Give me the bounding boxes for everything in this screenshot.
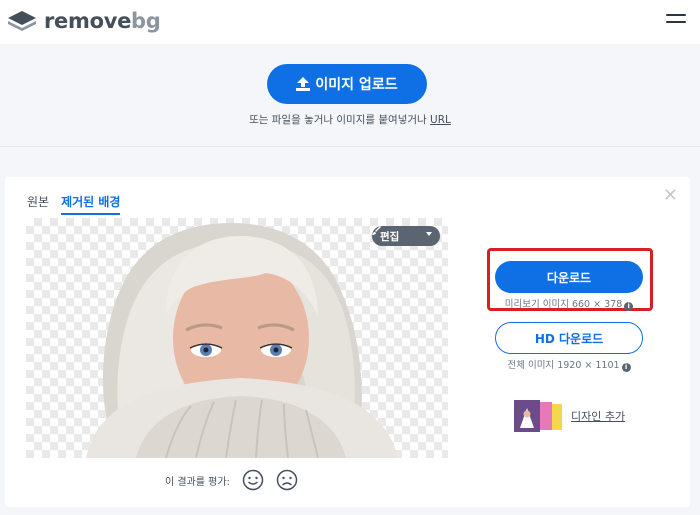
divider	[0, 146, 700, 147]
upload-icon	[296, 77, 311, 91]
hamburger-icon[interactable]	[666, 14, 686, 28]
url-link[interactable]: URL	[430, 114, 451, 126]
result-tabs: 원본 제거된 배경	[27, 193, 121, 215]
portrait-illustration	[86, 223, 398, 458]
hd-download-button-label: HD 다운로드	[534, 331, 604, 346]
result-card: 원본 제거된 배경 ✕ 편집 이 결과를 평가: 다운로드 미리보기 이미지 6…	[5, 177, 690, 507]
logo-icon	[8, 11, 36, 31]
hd-download-button[interactable]: HD 다운로드	[495, 322, 643, 354]
result-preview-image: 편집	[26, 218, 448, 458]
upload-button-label: 이미지 업로드	[315, 77, 398, 93]
logo[interactable]: removebg	[6, 8, 161, 34]
chevron-down-icon	[426, 232, 432, 236]
tab-removed-background[interactable]: 제거된 배경	[61, 193, 121, 215]
brush-icon	[372, 226, 381, 235]
info-icon[interactable]: i	[624, 302, 634, 311]
frown-icon[interactable]	[276, 469, 298, 491]
design-thumbnail-icon	[514, 400, 562, 432]
info-icon[interactable]: i	[621, 363, 631, 372]
logo-text: removebg	[44, 9, 161, 33]
rating-label: 이 결과를 평가:	[165, 476, 230, 488]
download-button[interactable]: 다운로드	[495, 261, 643, 293]
rating-row: 이 결과를 평가:	[165, 469, 298, 491]
tab-original[interactable]: 원본	[27, 193, 49, 215]
edit-button[interactable]: 편집	[372, 226, 440, 246]
add-design-label: 디자인 추가	[571, 410, 626, 423]
download-button-label: 다운로드	[546, 270, 592, 285]
preview-size-info: 미리보기 이미지 660 × 378 i	[495, 296, 643, 311]
smile-icon[interactable]	[242, 469, 264, 491]
upload-area: 이미지 업로드 또는 파일을 놓거나 이미지를 붙여넣거나 URL	[0, 44, 700, 146]
full-size-info: 전체 이미지 1920 × 1101 i	[495, 357, 643, 372]
header: removebg	[0, 0, 700, 44]
upload-image-button[interactable]: 이미지 업로드	[267, 64, 427, 104]
add-design-link[interactable]: 디자인 추가	[512, 398, 625, 434]
edit-button-label: 편집	[380, 230, 400, 243]
upload-hint: 또는 파일을 놓거나 이미지를 붙여넣거나 URL	[249, 114, 451, 126]
close-icon[interactable]: ✕	[663, 187, 678, 205]
